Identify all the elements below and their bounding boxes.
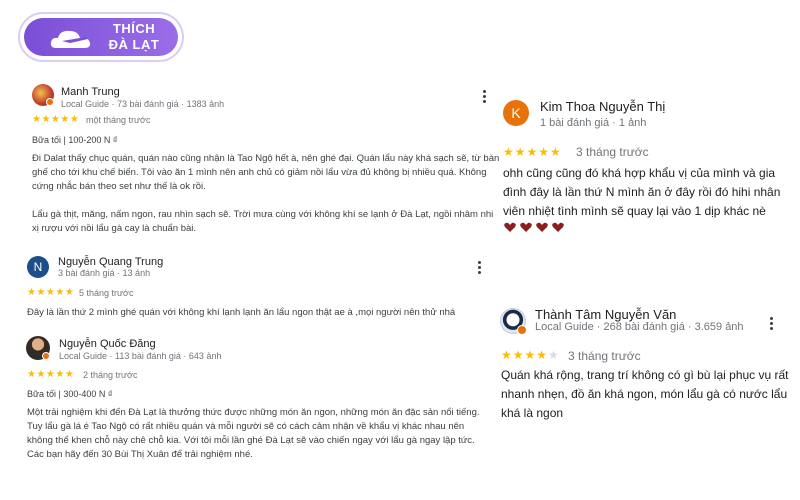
reviewer-name[interactable]: Manh Trung (61, 86, 120, 98)
reviewer-meta: Local Guide · 268 bài đánh giá · 3.659 ả… (535, 321, 744, 333)
cloud-plane-icon (50, 30, 91, 48)
local-guide-badge (517, 325, 527, 335)
more-options-icon[interactable] (770, 317, 774, 332)
reviewer-meta: Local Guide · 113 bài đánh giá · 643 ảnh (59, 351, 222, 361)
reviewer-name[interactable]: Thành Tâm Nguyễn Văn (535, 307, 676, 322)
review-text: ohh cũng cũng đó khá hợp khẩu vị của mìn… (503, 166, 781, 218)
reviewer-meta: 3 bài đánh giá · 13 ảnh (58, 268, 151, 278)
avatar[interactable]: N (27, 256, 49, 278)
logo-line2: ĐÀ LẠT (108, 37, 160, 52)
more-options-icon[interactable] (478, 261, 482, 276)
heart-emojis (504, 220, 568, 238)
reviewer-name[interactable]: Nguyễn Quang Trung (58, 256, 163, 268)
review-time: 5 tháng trước (79, 288, 134, 298)
logo-text: THÍCH ĐÀ LẠT (104, 21, 164, 53)
filled-stars: ★★★★ (501, 348, 549, 362)
reviewer-name[interactable]: Kim Thoa Nguyễn Thị (540, 99, 665, 114)
reviewer-meta: 1 bài đánh giá · 1 ảnh (540, 117, 647, 129)
meal-price: Bữa tối | 100-200 N ₫ (32, 135, 118, 145)
heart-icon (536, 222, 548, 232)
star-rating: ★★★★★ (501, 348, 560, 362)
empty-star: ★ (548, 348, 560, 362)
review-text: Đây là lần thứ 2 mình ghé quán với không… (27, 307, 456, 318)
star-rating: ★★★★★ (27, 369, 75, 380)
heart-icon (520, 222, 532, 232)
review-time: 3 tháng trước (568, 349, 641, 363)
heart-icon (504, 222, 516, 232)
star-rating: ★★★★★ (32, 114, 80, 125)
local-guide-badge (42, 352, 50, 360)
review-time: 3 tháng trước (576, 145, 649, 159)
local-guide-badge (46, 98, 54, 106)
meal-price: Bữa tối | 300-400 N ₫ (27, 389, 113, 399)
brand-logo: THÍCH ĐÀ LẠT (20, 14, 182, 60)
review-time: một tháng trước (86, 115, 151, 125)
review-text: Đi Dalat thấy chục quán, quán nào cũng n… (32, 153, 500, 192)
review-text: Một trải nghiệm khi đến Đà Lạt là thưởng… (27, 407, 480, 460)
logo-line1: THÍCH (112, 21, 156, 36)
more-options-icon[interactable] (483, 90, 487, 105)
heart-icon (552, 222, 564, 232)
review-text: Quán khá rộng, trang trí không có gì bù … (501, 368, 789, 420)
reviewer-name[interactable]: Nguyễn Quốc Đăng (59, 338, 156, 350)
reviewer-meta: Local Guide · 73 bài đánh giá · 1383 ảnh (61, 99, 225, 109)
star-rating: ★★★★★ (503, 145, 562, 159)
avatar[interactable]: K (503, 100, 529, 126)
review-text-2: Lẩu gà thịt, măng, nấm ngon, rau nhìn sạ… (32, 209, 494, 234)
star-rating: ★★★★★ (27, 287, 75, 298)
review-time: 2 tháng trước (83, 370, 138, 380)
